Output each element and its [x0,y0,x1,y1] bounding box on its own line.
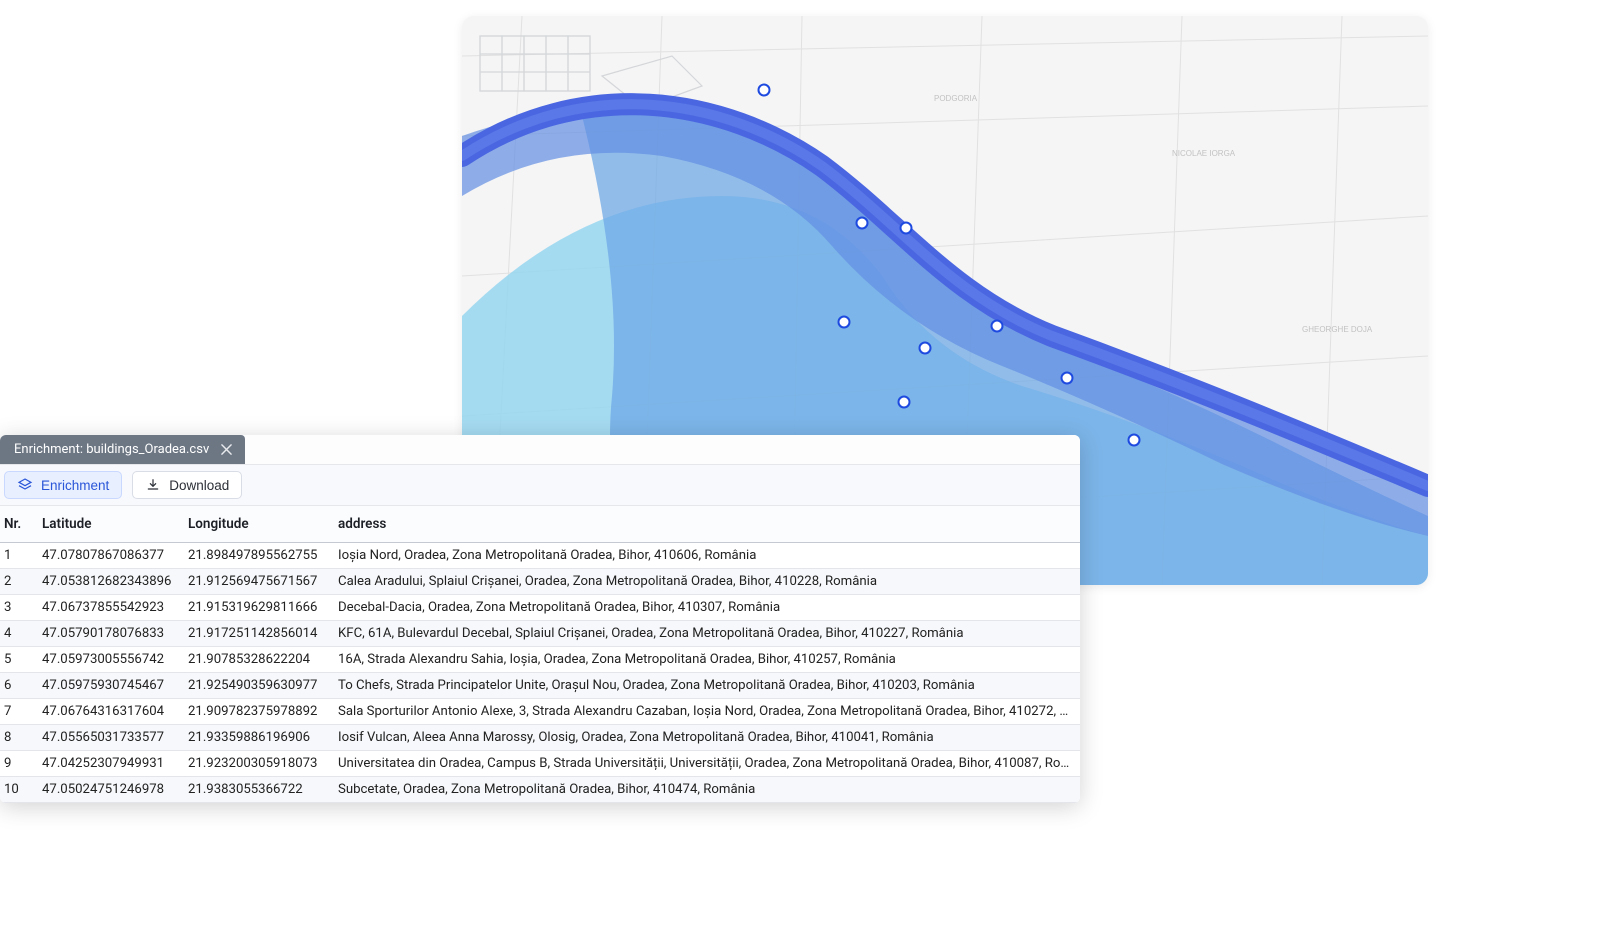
table-row[interactable]: 347.0673785554292321.915319629811666Dece… [0,595,1080,621]
cell-lat: 47.07807867086377 [40,548,186,563]
table-row[interactable]: 147.0780786708637721.898497895562755Ioși… [0,543,1080,569]
cell-lat: 47.05565031733577 [40,730,186,745]
map-marker[interactable] [759,85,770,96]
enrichment-button-label: Enrichment [41,478,109,493]
cell-address: Sala Sporturilor Antonio Alexe, 3, Strad… [336,704,1078,719]
cell-lat: 47.06764316317604 [40,704,186,719]
cell-lat: 47.053812682343896 [40,574,186,589]
cell-nr: 3 [2,600,40,615]
cell-lon: 21.917251142856014 [186,626,336,641]
table-body: 147.0780786708637721.898497895562755Ioși… [0,543,1080,803]
svg-text:GHEORGHE DOJA: GHEORGHE DOJA [1302,325,1373,334]
cell-lat: 47.05975930745467 [40,678,186,693]
cell-address: Iosif Vulcan, Aleea Anna Marossy, Olosig… [336,730,1078,745]
cell-nr: 7 [2,704,40,719]
cell-nr: 4 [2,626,40,641]
cell-lat: 47.05973005556742 [40,652,186,667]
table-row[interactable]: 647.0597593074546721.925490359630977To C… [0,673,1080,699]
cell-address: 16A, Strada Alexandru Sahia, Ioșia, Orad… [336,652,1078,667]
cell-address: Ioșia Nord, Oradea, Zona Metropolitană O… [336,548,1078,563]
cell-address: KFC, 61A, Bulevardul Decebal, Splaiul Cr… [336,626,1078,641]
table-row[interactable]: 447.0579017807683321.917251142856014KFC,… [0,621,1080,647]
download-icon [145,477,161,493]
column-header-longitude[interactable]: Longitude [186,516,336,532]
cell-address: Universitatea din Oradea, Campus B, Stra… [336,756,1078,771]
map-marker[interactable] [920,343,931,354]
cell-lat: 47.06737855542923 [40,600,186,615]
cell-lon: 21.898497895562755 [186,548,336,563]
map-marker[interactable] [901,223,912,234]
table-row[interactable]: 547.0597300555674221.9078532862220416A, … [0,647,1080,673]
table-header-row: Nr. Latitude Longitude address [0,506,1080,543]
cell-address: Subcetate, Oradea, Zona Metropolitană Or… [336,782,1078,797]
cell-lon: 21.93359886196906 [186,730,336,745]
cell-lon: 21.9383055366722 [186,782,336,797]
table-row[interactable]: 247.05381268234389621.912569475671567Cal… [0,569,1080,595]
cell-nr: 2 [2,574,40,589]
map-marker[interactable] [899,397,910,408]
cell-address: To Chefs, Strada Principatelor Unite, Or… [336,678,1078,693]
cell-nr: 10 [2,782,40,797]
table-row[interactable]: 847.0556503173357721.93359886196906Iosif… [0,725,1080,751]
cell-lon: 21.925490359630977 [186,678,336,693]
map-marker[interactable] [1062,373,1073,384]
svg-text:PODGORIA: PODGORIA [934,94,978,103]
download-button[interactable]: Download [132,471,242,499]
data-panel: Enrichment: buildings_Oradea.csv Enrichm… [0,435,1080,803]
map-marker[interactable] [839,317,850,328]
download-button-label: Download [169,478,229,493]
cell-lon: 21.90785328622204 [186,652,336,667]
cell-lat: 47.05790178076833 [40,626,186,641]
cell-nr: 5 [2,652,40,667]
cell-lat: 47.04252307949931 [40,756,186,771]
cell-nr: 1 [2,548,40,563]
panel-toolbar: Enrichment Download [0,465,1080,506]
map-marker[interactable] [1129,435,1140,446]
close-icon[interactable] [219,443,233,457]
column-header-address[interactable]: address [336,516,1078,532]
svg-text:NICOLAE IORGA: NICOLAE IORGA [1172,149,1236,158]
cell-lon: 21.915319629811666 [186,600,336,615]
cell-lon: 21.912569475671567 [186,574,336,589]
table-row[interactable]: 1047.0502475124697821.9383055366722Subce… [0,777,1080,803]
enrichment-button[interactable]: Enrichment [4,471,122,499]
cell-nr: 8 [2,730,40,745]
column-header-latitude[interactable]: Latitude [40,516,186,532]
cell-lon: 21.923200305918073 [186,756,336,771]
table-row[interactable]: 747.0676431631760421.909782375978892Sala… [0,699,1080,725]
map-marker[interactable] [992,321,1003,332]
data-table: Nr. Latitude Longitude address 147.07807… [0,506,1080,803]
panel-tab-active[interactable]: Enrichment: buildings_Oradea.csv [0,435,245,464]
cell-address: Decebal-Dacia, Oradea, Zona Metropolitan… [336,600,1078,615]
cell-lon: 21.909782375978892 [186,704,336,719]
panel-tabs: Enrichment: buildings_Oradea.csv [0,435,1080,465]
table-row[interactable]: 947.0425230794993121.923200305918073Univ… [0,751,1080,777]
cell-address: Calea Aradului, Splaiul Crișanei, Oradea… [336,574,1078,589]
column-header-nr[interactable]: Nr. [2,516,40,532]
map-marker[interactable] [857,218,868,229]
panel-tab-title: Enrichment: buildings_Oradea.csv [14,442,209,457]
cell-nr: 9 [2,756,40,771]
cell-lat: 47.05024751246978 [40,782,186,797]
layers-icon [17,477,33,493]
cell-nr: 6 [2,678,40,693]
